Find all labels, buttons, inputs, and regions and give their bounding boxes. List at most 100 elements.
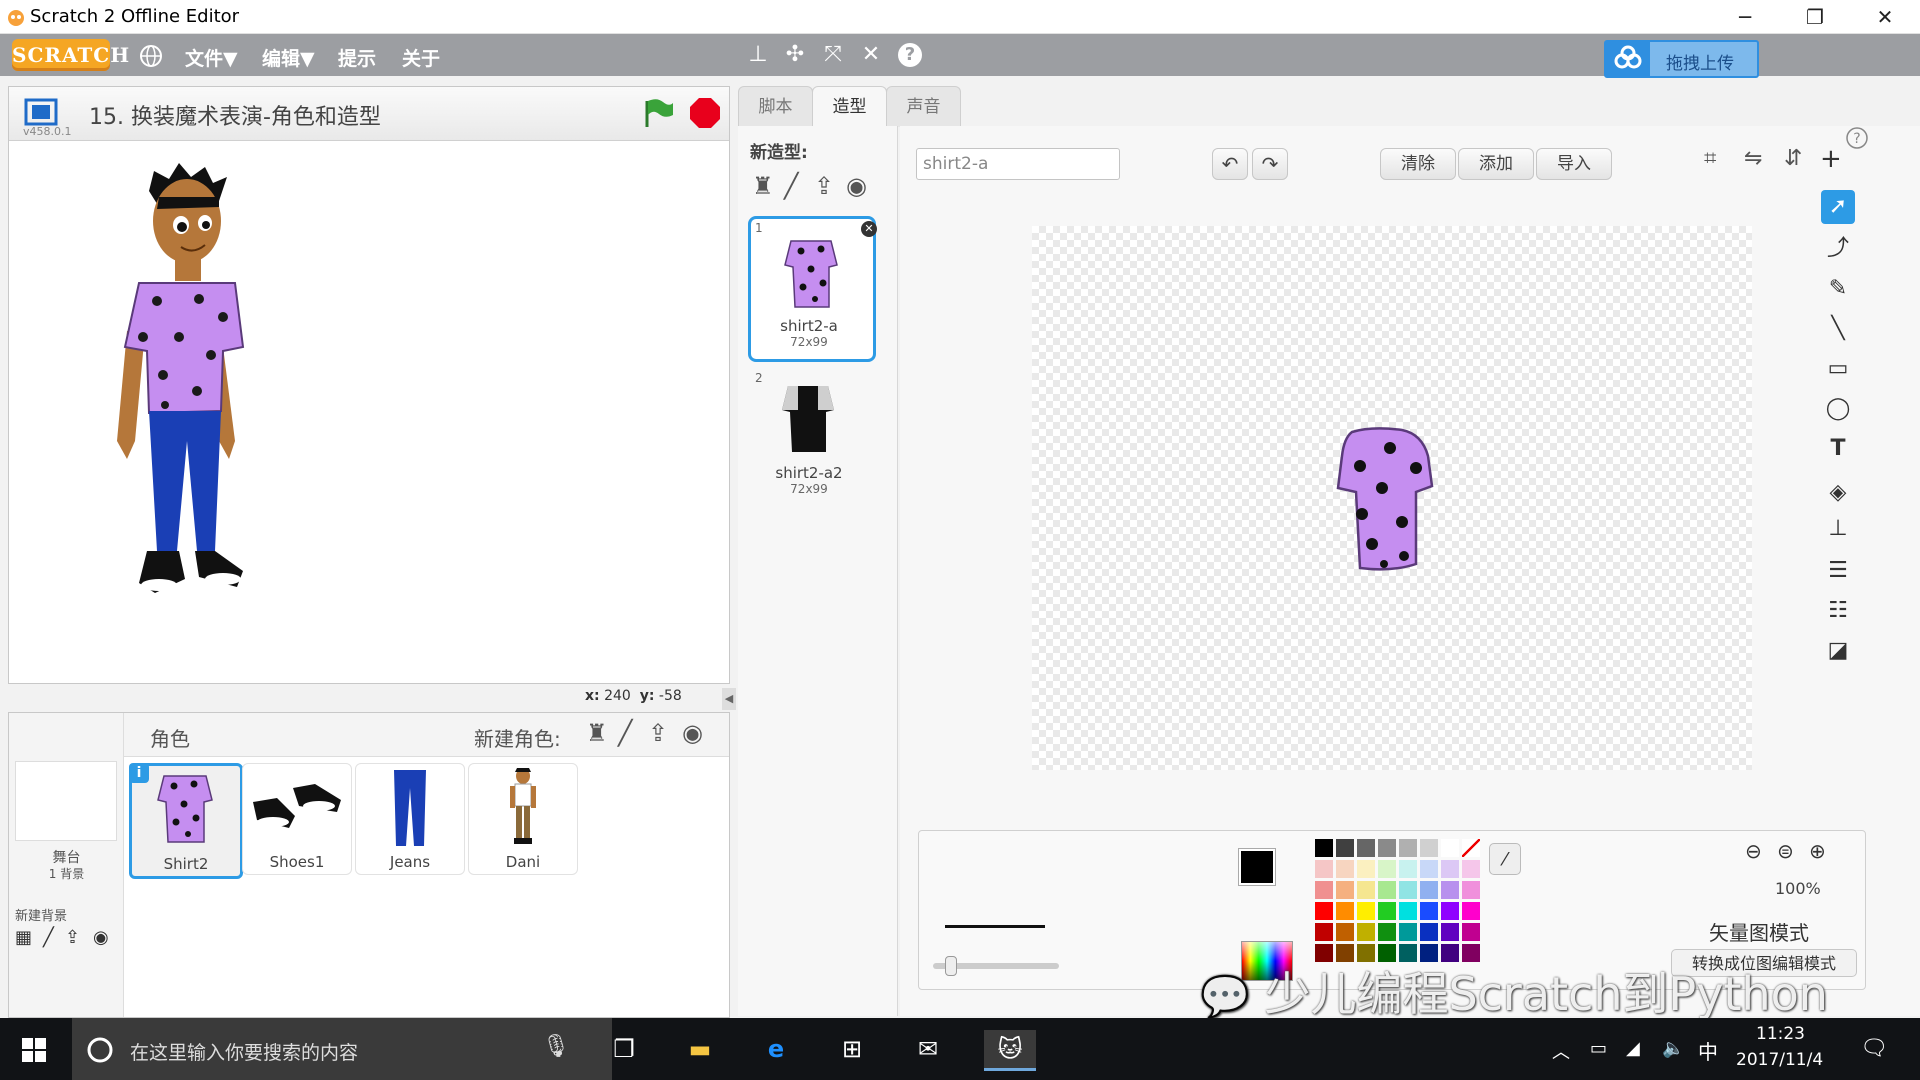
reshape-tool-icon[interactable]: ⤴ xyxy=(1821,232,1855,266)
dani-character[interactable] xyxy=(9,141,729,681)
clear-button[interactable]: 清除 xyxy=(1380,148,1456,180)
edge-icon[interactable]: e xyxy=(756,1030,796,1068)
color-swatch[interactable] xyxy=(1315,923,1333,941)
sprite-shirt2[interactable]: i Shirt2 xyxy=(129,763,243,879)
color-swatch[interactable] xyxy=(1399,839,1417,857)
color-swatch[interactable] xyxy=(1378,881,1396,899)
sprite-upload-icon[interactable]: ⇪ xyxy=(648,719,668,747)
ellipse-tool-icon[interactable]: ◯ xyxy=(1821,392,1855,426)
color-palette[interactable] xyxy=(1315,839,1487,969)
send-backward-icon[interactable]: ☷ xyxy=(1821,594,1855,628)
color-swatch[interactable] xyxy=(1315,860,1333,878)
network-icon[interactable]: ◢ xyxy=(1626,1038,1640,1059)
file-explorer-icon[interactable]: ▬ xyxy=(680,1030,720,1068)
menu-about[interactable]: 关于 xyxy=(402,44,440,71)
globe-icon[interactable] xyxy=(138,43,164,69)
sprite-paint-icon[interactable]: ╱ xyxy=(618,719,632,747)
project-title[interactable]: 15. 换装魔术表演-角色和造型 xyxy=(89,99,381,131)
slider-thumb[interactable] xyxy=(945,956,957,976)
costume-paint-icon[interactable]: ╱ xyxy=(784,172,798,200)
set-center-icon[interactable]: + xyxy=(1820,144,1842,174)
drawing-canvas[interactable] xyxy=(1032,226,1752,770)
zoom-in-icon[interactable]: ⊕ xyxy=(1809,839,1826,863)
color-swatch[interactable] xyxy=(1378,860,1396,878)
store-icon[interactable]: ⊞ xyxy=(832,1030,872,1068)
costume-library-icon[interactable]: ♜ xyxy=(752,172,774,200)
sprite-jeans[interactable]: Jeans xyxy=(355,763,465,875)
costume-upload-icon[interactable]: ⇪ xyxy=(814,172,834,200)
collapse-stage-icon[interactable]: ◀ xyxy=(722,688,736,710)
task-view-icon[interactable]: ❐ xyxy=(604,1030,644,1068)
scratch-taskbar-icon[interactable]: 🐱 xyxy=(984,1030,1036,1071)
zoom-out-icon[interactable]: ⊖ xyxy=(1745,839,1762,863)
duplicate-icon[interactable]: ⊥ xyxy=(745,43,771,67)
fill-tool-icon[interactable]: ◈ xyxy=(1821,476,1855,510)
stamp-tool-icon[interactable]: ⊥ xyxy=(1821,512,1855,546)
color-swatch[interactable] xyxy=(1420,860,1438,878)
volume-icon[interactable]: 🔈 xyxy=(1662,1038,1684,1059)
menu-tips[interactable]: 提示 xyxy=(338,44,376,71)
color-swatch[interactable] xyxy=(1420,881,1438,899)
stroke-width-slider[interactable] xyxy=(933,956,1059,976)
color-swatch[interactable] xyxy=(1336,860,1354,878)
fullscreen-icon[interactable] xyxy=(23,97,59,127)
color-swatch[interactable] xyxy=(1378,902,1396,920)
color-swatch[interactable] xyxy=(1441,839,1459,857)
color-swatch[interactable] xyxy=(1420,923,1438,941)
sprite-library-icon[interactable]: ♜ xyxy=(586,719,608,747)
color-swatch[interactable] xyxy=(1357,902,1375,920)
tab-costumes[interactable]: 造型 xyxy=(812,86,887,127)
import-button[interactable]: 导入 xyxy=(1536,148,1612,180)
shrink-icon[interactable]: ✕ xyxy=(858,43,884,67)
flip-horizontal-icon[interactable]: ⇋ xyxy=(1744,146,1762,171)
color-swatch[interactable] xyxy=(1336,839,1354,857)
backdrop-upload-icon[interactable]: ⇪ xyxy=(65,927,80,948)
costume-item-2[interactable]: 2 shirt2-a2 72x99 xyxy=(748,366,870,506)
group-icon[interactable]: ◪ xyxy=(1821,634,1855,668)
color-swatch[interactable] xyxy=(1336,902,1354,920)
delete-costume-icon[interactable]: ✕ xyxy=(861,221,877,237)
undo-icon[interactable]: ↶ xyxy=(1212,148,1248,180)
color-swatch[interactable] xyxy=(1378,839,1396,857)
shirt-costume[interactable] xyxy=(1332,426,1442,576)
color-swatch[interactable] xyxy=(1357,860,1375,878)
flip-vertical-icon[interactable]: ⇵ xyxy=(1784,146,1802,171)
pencil-tool-icon[interactable]: ✎ xyxy=(1821,272,1855,306)
tab-sounds[interactable]: 声音 xyxy=(886,86,961,127)
color-swatch[interactable] xyxy=(1336,881,1354,899)
color-swatch[interactable] xyxy=(1399,902,1417,920)
color-swatch[interactable] xyxy=(1336,923,1354,941)
tray-expand-icon[interactable]: ︿ xyxy=(1552,1038,1570,1064)
color-swatch[interactable] xyxy=(1315,839,1333,857)
backdrop-paint-icon[interactable]: ╱ xyxy=(43,927,54,948)
backdrop-library-icon[interactable]: ▦ xyxy=(15,927,32,948)
taskbar-search[interactable]: 在这里输入你要搜索的内容 🎙 xyxy=(72,1018,612,1080)
ime-indicator[interactable]: 中 xyxy=(1698,1036,1718,1065)
maximize-button[interactable]: ❐ xyxy=(1780,0,1850,34)
color-swatch[interactable] xyxy=(1462,902,1480,920)
color-swatch[interactable] xyxy=(1441,881,1459,899)
color-swatch[interactable] xyxy=(1399,923,1417,941)
scratch-logo[interactable]: SCRATCH xyxy=(12,39,129,71)
transparent-swatch[interactable] xyxy=(1462,839,1480,857)
grow-icon[interactable]: ⤧ xyxy=(820,43,846,67)
add-button[interactable]: 添加 xyxy=(1458,148,1534,180)
color-swatch[interactable] xyxy=(1420,839,1438,857)
redo-icon[interactable]: ↷ xyxy=(1252,148,1288,180)
microphone-icon[interactable]: 🎙 xyxy=(542,1034,570,1059)
color-swatch[interactable] xyxy=(1357,839,1375,857)
costume-camera-icon[interactable]: ◉ xyxy=(846,172,867,200)
clock-date[interactable]: 2017/11/4 xyxy=(1736,1050,1823,1070)
color-swatch[interactable] xyxy=(1462,860,1480,878)
color-swatch[interactable] xyxy=(1441,860,1459,878)
minimize-button[interactable]: ─ xyxy=(1710,0,1780,34)
color-swatch[interactable] xyxy=(1462,881,1480,899)
color-swatch[interactable] xyxy=(1462,923,1480,941)
bring-forward-icon[interactable]: ☰ xyxy=(1821,554,1855,588)
eyedropper-icon[interactable]: ⁄ xyxy=(1489,843,1521,875)
upload-button[interactable]: 拖拽上传 xyxy=(1604,40,1759,78)
sprite-dani[interactable]: Dani xyxy=(468,763,578,875)
stage-thumbnail[interactable] xyxy=(15,761,117,841)
info-icon[interactable]: i xyxy=(129,763,149,783)
windows-start-icon[interactable] xyxy=(22,1038,46,1062)
